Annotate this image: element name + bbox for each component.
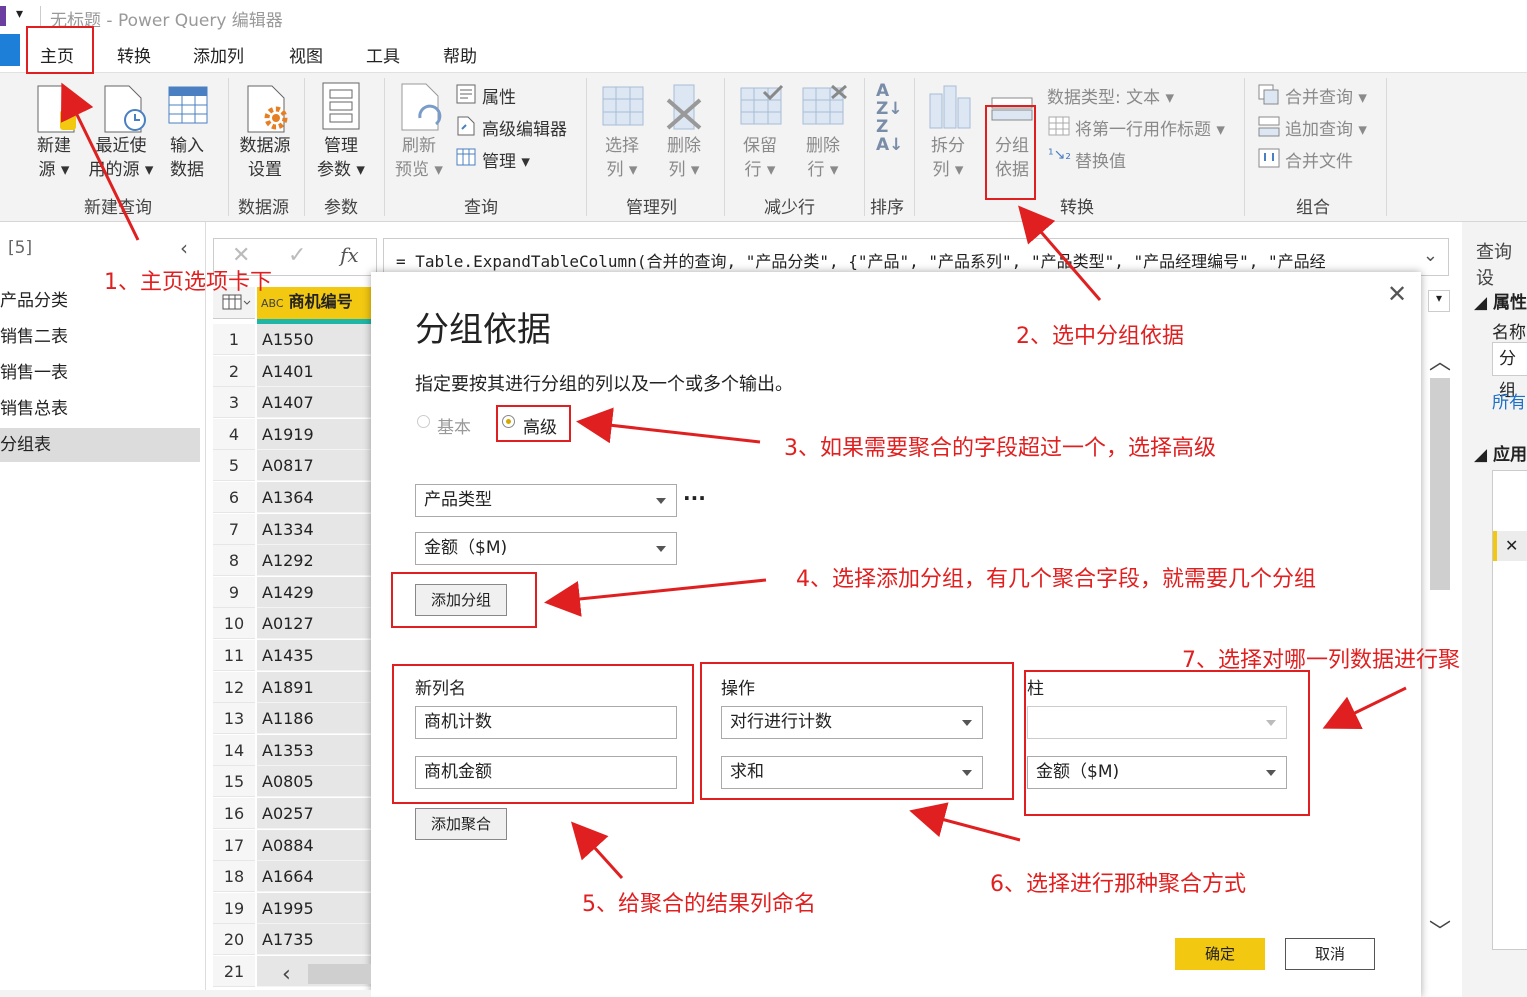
annotation-arrows [60, 82, 1407, 880]
annotation-7: 7、选择对哪一列数据进行聚 [1182, 648, 1460, 673]
status-bar [0, 990, 371, 997]
annotation-4: 4、选择添加分组，有几个聚合字段，就需要几个分组 [796, 567, 1316, 592]
annotation-3: 3、如果需要聚合的字段超过一个，选择高级 [784, 436, 1216, 461]
annotation-5: 5、给聚合的结果列命名 [582, 892, 816, 917]
annotation-6: 6、选择进行那种聚合方式 [990, 872, 1246, 897]
annotation-1: 1、主页选项卡下 [104, 270, 272, 295]
annotation-2: 2、选中分组依据 [1016, 324, 1184, 349]
